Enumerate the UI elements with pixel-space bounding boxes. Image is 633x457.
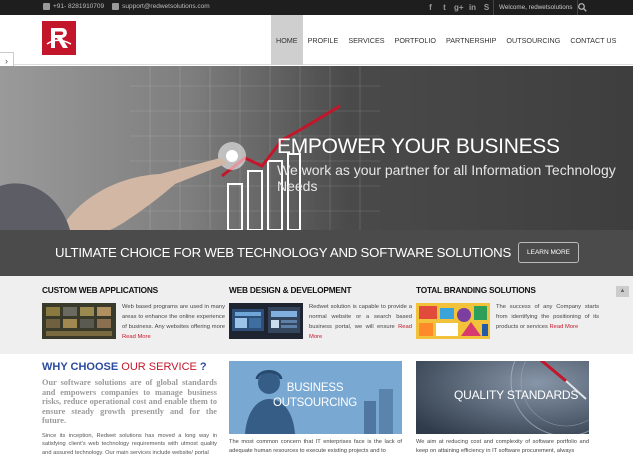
service-text: Web based programs are used in many area… <box>122 302 225 342</box>
hero-headline: EMPOWER YOUR BUSINESS <box>277 135 560 159</box>
outsourcing-caption: The most common concern that IT enterpri… <box>229 438 402 456</box>
nav-outsourcing[interactable]: OUTSOURCING <box>501 15 565 65</box>
nav-profile[interactable]: PROFILE <box>303 15 344 65</box>
service-thumbnail <box>416 303 490 339</box>
quality-caption: We aim at reducing cost and complexity o… <box>416 438 589 456</box>
learn-more-button[interactable]: LEARN MORE <box>518 242 579 263</box>
service-text: The success of any Company starts from i… <box>496 302 599 332</box>
section-heading: WHY CHOOSE OUR SERVICE ? <box>42 361 217 373</box>
welcome-user[interactable]: Welcome, redwetsolutions <box>493 0 578 15</box>
read-more-link[interactable]: Read More <box>122 334 151 340</box>
nav-portfolio[interactable]: PORTFOLIO <box>390 15 441 65</box>
service-thumbnail <box>229 303 303 339</box>
card-business-outsourcing: BUSINESSOUTSOURCING The most common conc… <box>229 361 402 456</box>
skype-icon[interactable]: S <box>482 3 491 12</box>
service-web-design: WEB DESIGN & DEVELOPMENT Redwet solution… <box>229 285 409 301</box>
service-branding: TOTAL BRANDING SOLUTIONS The success of … <box>416 285 596 301</box>
social-links: f t g+ in S <box>426 1 491 14</box>
search-icon[interactable] <box>577 2 588 13</box>
facebook-icon[interactable]: f <box>426 3 435 12</box>
nav-contact-us[interactable]: CONTACT US <box>565 15 621 65</box>
google-plus-icon[interactable]: g+ <box>454 3 463 12</box>
mail-icon <box>112 3 119 10</box>
site-header: HOME PROFILE SERVICES PORTFOLIO PARTNERS… <box>0 15 633 65</box>
service-custom-web-apps: CUSTOM WEB APPLICATIONS Web based progra… <box>42 285 222 301</box>
why-lead: Our software solutions are of global sta… <box>42 378 217 426</box>
linkedin-icon[interactable]: in <box>468 3 477 12</box>
top-bar: +91- 8281910709 support@redwetsolutions.… <box>0 0 633 15</box>
email[interactable]: support@redwetsolutions.com <box>112 3 210 10</box>
hero-subline: We work as your partner for all Informat… <box>277 162 633 194</box>
why-choose-section: WHY CHOOSE OUR SERVICE ? Our software so… <box>42 361 217 457</box>
nav-services[interactable]: SERVICES <box>343 15 389 65</box>
main-nav: HOME PROFILE SERVICES PORTFOLIO PARTNERS… <box>271 15 621 65</box>
outsourcing-label: BUSINESSOUTSOURCING <box>273 381 357 411</box>
why-body: Since its inception, Redwet solutions ha… <box>42 432 217 457</box>
outsourcing-image[interactable]: BUSINESSOUTSOURCING <box>229 361 402 434</box>
service-thumbnail <box>42 303 116 339</box>
tagline-band: ULTIMATE CHOICE FOR WEB TECHNOLOGY AND S… <box>0 230 633 276</box>
band-title: ULTIMATE CHOICE FOR WEB TECHNOLOGY AND S… <box>55 245 511 260</box>
contact-info: +91- 8281910709 support@redwetsolutions.… <box>43 3 210 10</box>
quality-label: QUALITY STANDARDS <box>454 388 578 402</box>
quality-image[interactable]: QUALITY STANDARDS <box>416 361 589 434</box>
service-title[interactable]: CUSTOM WEB APPLICATIONS <box>42 285 222 295</box>
hero-slider: EMPOWER YOUR BUSINESS We work as your pa… <box>0 66 633 230</box>
read-more-link[interactable]: Read More <box>550 324 579 330</box>
service-text: Redwet solution is capable to provide a … <box>309 302 412 342</box>
logo[interactable] <box>42 21 76 55</box>
phone-icon <box>43 3 50 10</box>
service-title[interactable]: WEB DESIGN & DEVELOPMENT <box>229 285 409 295</box>
services-strip: CUSTOM WEB APPLICATIONS Web based progra… <box>0 276 633 354</box>
phone[interactable]: +91- 8281910709 <box>43 3 104 10</box>
service-title[interactable]: TOTAL BRANDING SOLUTIONS <box>416 285 596 295</box>
twitter-icon[interactable]: t <box>440 3 449 12</box>
nav-partnership[interactable]: PARTNERSHIP <box>441 15 501 65</box>
logo-mark <box>44 23 74 53</box>
nav-home[interactable]: HOME <box>271 15 303 65</box>
card-quality-standards: QUALITY STANDARDS We aim at reducing cos… <box>416 361 589 456</box>
scroll-top-button[interactable]: ▲ <box>616 286 629 297</box>
lower-section: WHY CHOOSE OUR SERVICE ? Our software so… <box>0 354 633 450</box>
